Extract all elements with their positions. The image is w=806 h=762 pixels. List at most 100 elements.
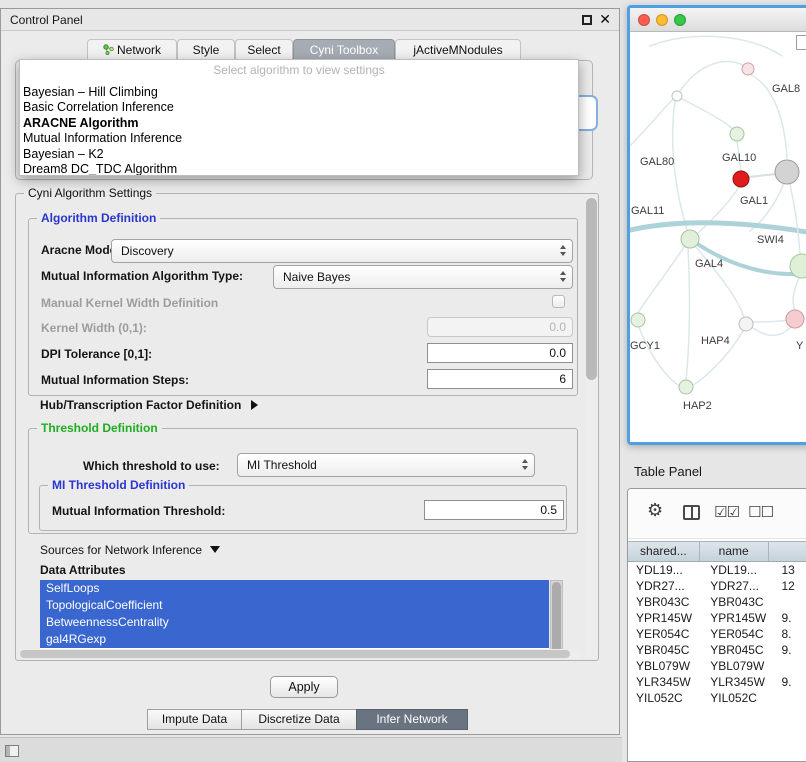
network-edge[interactable]: [749, 174, 776, 177]
table-cell: YBR043C: [702, 594, 773, 610]
network-node[interactable]: [739, 317, 753, 331]
network-edge[interactable]: [750, 320, 786, 322]
table-cell: YBL079W: [628, 658, 702, 674]
table-cell: YIL052C: [628, 690, 702, 706]
hub-section-toggle[interactable]: Hub/Transcription Factor Definition: [40, 398, 258, 413]
network-node[interactable]: [786, 310, 804, 328]
table-row[interactable]: YPR145WYPR145W9.: [628, 610, 806, 626]
table-row[interactable]: YBR043CYBR043C: [628, 594, 806, 610]
float-panel-icon[interactable]: [582, 15, 592, 25]
algorithm-option[interactable]: Bayesian – K2: [20, 147, 578, 162]
node-label: GAL11: [631, 205, 664, 217]
network-node[interactable]: [775, 160, 799, 184]
attribute-item[interactable]: SelfLoops: [40, 580, 549, 597]
tab-infer-network[interactable]: Infer Network: [356, 709, 468, 730]
table-row[interactable]: YDR27...YDR27...12: [628, 578, 806, 594]
table-row[interactable]: YBL079WYBL079W: [628, 658, 806, 674]
mi-algorithm-type-select[interactable]: Naive Bayes: [273, 265, 573, 289]
table-toolbar: ⚙ ☑☑ ☐☐: [628, 489, 806, 539]
network-node[interactable]: [631, 313, 645, 327]
network-node[interactable]: [733, 171, 749, 187]
attribute-item[interactable]: TopologicalCoefficient: [40, 597, 549, 614]
settings-group-title: Cyni Algorithm Settings: [24, 186, 156, 200]
table-cell: YLR345W: [702, 674, 773, 690]
network-node[interactable]: [679, 380, 693, 394]
apply-button[interactable]: Apply: [270, 676, 338, 698]
table-row[interactable]: YBR045CYBR045C9.: [628, 642, 806, 658]
table-row[interactable]: YIL052CYIL052C: [628, 690, 806, 706]
tab-impute-data[interactable]: Impute Data: [147, 709, 242, 730]
tab-select[interactable]: Select: [235, 39, 293, 60]
network-tool-fragment[interactable]: [796, 35, 806, 50]
attributes-list-scrollbar[interactable]: [550, 580, 563, 654]
network-canvas-svg: GAL8GAL80GAL10GAL11GAL1SWI4GAL4GCY1HAP4H…: [630, 32, 806, 442]
minimize-window-icon[interactable]: [656, 14, 668, 26]
dpi-tolerance-field[interactable]: 0.0: [427, 343, 573, 363]
settings-scrollbar[interactable]: [585, 196, 598, 658]
network-edge[interactable]: [630, 98, 674, 154]
mi-steps-field[interactable]: 6: [427, 369, 573, 389]
deselect-all-checkboxes-icon[interactable]: ☐☐: [748, 503, 773, 521]
threshold-definition-title: Threshold Definition: [37, 421, 162, 435]
table-cell: YBR043C: [628, 594, 702, 610]
mi-threshold-field[interactable]: 0.5: [424, 500, 564, 520]
table-cell: YIL052C: [702, 690, 773, 706]
restore-panel-icon[interactable]: [5, 745, 19, 757]
algorithm-option[interactable]: Mutual Information Inference: [20, 131, 578, 146]
network-node[interactable]: [672, 91, 682, 101]
gear-icon[interactable]: ⚙: [647, 500, 663, 521]
select-all-checkboxes-icon[interactable]: ☑☑: [714, 503, 739, 521]
algorithm-option[interactable]: Basic Correlation Inference: [20, 100, 578, 115]
column-header-shared[interactable]: shared...: [628, 542, 700, 561]
scrollbar-thumb[interactable]: [552, 582, 561, 652]
network-edge[interactable]: [686, 248, 689, 380]
tab-discretize-data[interactable]: Discretize Data: [241, 709, 357, 730]
close-panel-icon[interactable]: ✕: [599, 11, 611, 28]
tab-cyni-toolbox[interactable]: Cyni Toolbox: [293, 39, 395, 60]
attribute-item[interactable]: BetweennessCentrality: [40, 614, 549, 631]
network-edge[interactable]: [639, 327, 680, 386]
network-edge[interactable]: [680, 98, 734, 130]
close-window-icon[interactable]: [638, 14, 650, 26]
network-edge[interactable]: [673, 100, 687, 230]
algorithm-option[interactable]: Dream8 DC_TDC Algorithm: [20, 162, 578, 176]
which-threshold-select[interactable]: MI Threshold: [237, 453, 535, 477]
column-header-name[interactable]: name: [700, 542, 769, 561]
column-header-extra[interactable]: [769, 542, 806, 561]
node-label: HAP2: [683, 400, 712, 412]
tab-network[interactable]: Network: [87, 39, 177, 60]
node-label: GAL1: [740, 195, 768, 207]
tab-jactivemnodules[interactable]: jActiveMNodules: [395, 39, 521, 60]
network-edge[interactable]: [793, 278, 799, 310]
columns-icon[interactable]: [683, 505, 700, 520]
algorithm-option[interactable]: Bayesian – Hill Climbing: [20, 85, 578, 100]
table-row[interactable]: YLR345WYLR345W9.: [628, 674, 806, 690]
network-edge[interactable]: [678, 62, 746, 94]
table-row[interactable]: YDL19...YDL19...13: [628, 562, 806, 578]
scrollbar-thumb[interactable]: [586, 198, 597, 380]
kernel-width-field[interactable]: 0.0: [427, 317, 573, 337]
network-node[interactable]: [730, 127, 744, 141]
settings-horizontal-scrollbar[interactable]: [19, 649, 581, 659]
zoom-window-icon[interactable]: [674, 14, 686, 26]
manual-kernel-checkbox[interactable]: [552, 295, 565, 308]
scrollbar-thumb[interactable]: [20, 650, 570, 658]
algorithm-option[interactable]: ARACNE Algorithm: [20, 116, 578, 131]
network-edge[interactable]: [638, 247, 684, 313]
kernel-width-label: Kernel Width (0,1):: [41, 321, 147, 336]
attribute-item[interactable]: gal4RGexp: [40, 631, 549, 648]
network-edge[interactable]: [753, 326, 792, 335]
network-edge[interactable]: [650, 36, 782, 56]
network-edge[interactable]: [790, 184, 800, 254]
sources-section-toggle[interactable]: Sources for Network Inference: [40, 543, 220, 558]
network-canvas[interactable]: GAL8GAL80GAL10GAL11GAL1SWI4GAL4GCY1HAP4H…: [630, 32, 806, 442]
network-node[interactable]: [742, 63, 754, 75]
network-node[interactable]: [681, 230, 699, 248]
table-row[interactable]: YER054CYER054C8.: [628, 626, 806, 642]
tab-style[interactable]: Style: [177, 39, 235, 60]
bottom-status-strip: [0, 737, 622, 762]
table-cell: YBL079W: [702, 658, 773, 674]
network-window-titlebar[interactable]: [630, 8, 806, 32]
node-label: Y: [796, 340, 804, 352]
aracne-mode-select[interactable]: Discovery: [111, 239, 573, 263]
